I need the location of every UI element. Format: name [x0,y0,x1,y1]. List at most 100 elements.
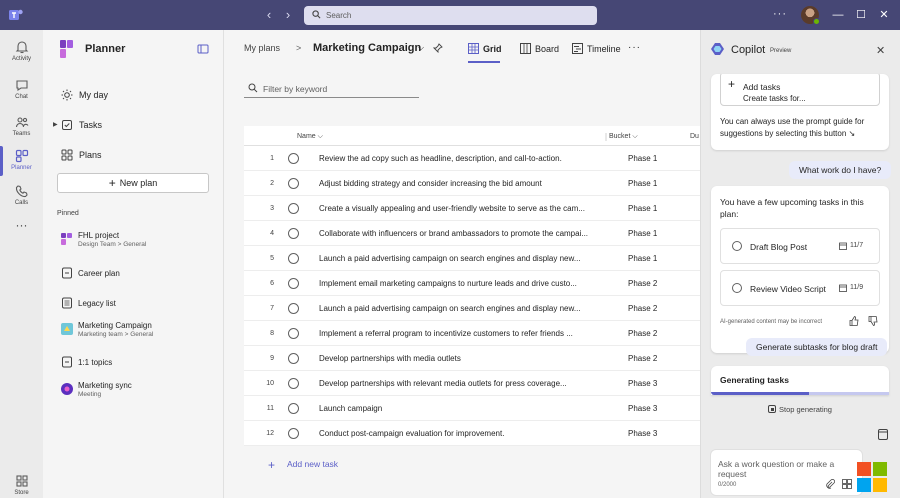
task-bucket[interactable]: Phase 1 [628,254,657,263]
table-row[interactable]: 1 Review the ad copy such as headline, de… [244,146,702,171]
task-name[interactable]: Develop partnerships with media outlets [319,354,604,363]
complete-checkbox[interactable] [732,283,742,293]
maximize-icon[interactable]: ☐ [854,8,868,22]
thumbs-up-icon[interactable] [849,316,859,326]
rail-item-activity[interactable]: Activity [0,34,43,72]
complete-checkbox[interactable] [288,403,299,414]
rail-item-chat[interactable]: Chat [0,72,43,110]
pinned-item-marketing-sync[interactable]: Marketing sync Meeting [57,379,217,403]
task-bucket[interactable]: Phase 3 [628,429,657,438]
complete-checkbox[interactable] [288,328,299,339]
rail-more-icon[interactable]: ··· [0,218,43,256]
nav-item-tasks[interactable]: ▶ Tasks [53,115,217,135]
pinned-item-fhl-project[interactable]: FHL project Design Team > General [57,229,217,253]
task-bucket[interactable]: Phase 2 [628,354,657,363]
task-name[interactable]: Launch campaign [319,404,604,413]
task-card[interactable]: Draft Blog Post 11/7 [720,228,880,264]
avatar[interactable] [801,6,820,25]
column-header-bucket[interactable]: Bucket ⌵ [609,133,638,141]
rail-item-teams[interactable]: Teams [0,109,43,147]
complete-checkbox[interactable] [288,353,299,364]
pinned-item-career-plan[interactable]: Career plan [57,263,217,287]
task-name[interactable]: Review the ad copy such as headline, des… [319,154,604,163]
back-arrow-icon[interactable]: ‹ [262,8,276,22]
breadcrumb[interactable]: My plans [244,43,280,53]
rail-item-planner[interactable]: Planner [0,143,43,181]
task-bucket[interactable]: Phase 1 [628,204,657,213]
pinned-item-marketing-campaign[interactable]: Marketing Campaign Marketing team > Gene… [57,319,217,343]
task-name[interactable]: Implement a referral program to incentiv… [319,329,604,338]
table-row[interactable]: 9 Develop partnerships with media outlets… [244,346,702,371]
table-row[interactable]: 11 Launch campaign Phase 3 [244,396,702,421]
task-bucket[interactable]: Phase 1 [628,229,657,238]
close-icon[interactable]: ✕ [876,44,885,57]
nav-item-plans[interactable]: Plans [57,145,217,165]
task-bucket[interactable]: Phase 3 [628,379,657,388]
task-name[interactable]: Collaborate with influencers or brand am… [319,229,604,238]
pin-icon[interactable] [433,43,443,53]
table-row[interactable]: 6 Implement email marketing campaigns to … [244,271,702,296]
nav-item-my-day[interactable]: My day [57,85,217,105]
chevron-down-icon[interactable]: ⌵ [418,43,424,53]
task-bucket[interactable]: Phase 1 [628,179,657,188]
task-name[interactable]: Adjust bidding strategy and consider inc… [319,179,604,188]
minimize-icon[interactable]: — [831,8,845,22]
complete-checkbox[interactable] [288,303,299,314]
complete-checkbox[interactable] [732,241,742,251]
page-title[interactable]: Marketing Campaign [313,42,421,54]
column-header-name[interactable]: Name ⌵ [297,133,323,141]
grid-header: Name ⌵ Bucket ⌵ Du [244,126,702,146]
complete-checkbox[interactable] [288,228,299,239]
task-card[interactable]: Review Video Script 11/9 [720,270,880,306]
expand-caret-icon[interactable]: ▶ [53,121,58,128]
apps-icon[interactable] [842,479,852,489]
pinned-item-legacy-list[interactable]: Legacy list [57,293,217,317]
search-box[interactable]: Search [304,6,597,25]
stop-generating-button[interactable]: Stop generating [768,405,832,414]
task-name[interactable]: Conduct post-campaign evaluation for imp… [319,429,604,438]
table-row[interactable]: 12 Conduct post-campaign evaluation for i… [244,421,702,446]
task-name[interactable]: Develop partnerships with relevant media… [319,379,604,388]
complete-checkbox[interactable] [288,153,299,164]
complete-checkbox[interactable] [288,203,299,214]
table-row[interactable]: 10 Develop partnerships with relevant med… [244,371,702,396]
column-header-due[interactable]: Du [690,133,699,140]
add-task-button[interactable]: + Add new task [268,458,338,472]
more-options-icon[interactable]: ··· [773,8,787,20]
complete-checkbox[interactable] [288,178,299,189]
chat-icon [15,80,28,92]
task-bucket[interactable]: Phase 2 [628,329,657,338]
table-row[interactable]: 5 Launch a paid advertising campaign on s… [244,246,702,271]
task-bucket[interactable]: Phase 2 [628,304,657,313]
table-row[interactable]: 3 Create a visually appealing and user-fr… [244,196,702,221]
add-tasks-prompt[interactable]: + Add tasks Create tasks for... [720,74,880,106]
collapse-pane-icon[interactable] [197,43,209,55]
forward-arrow-icon[interactable]: › [281,8,295,22]
task-bucket[interactable]: Phase 3 [628,404,657,413]
table-row[interactable]: 7 Launch a paid advertising campaign on s… [244,296,702,321]
task-bucket[interactable]: Phase 2 [628,279,657,288]
filter-input[interactable]: Filter by keyword [244,78,419,98]
thumbs-down-icon[interactable] [868,316,878,326]
task-name[interactable]: Create a visually appealing and user-fri… [319,204,604,213]
rail-item-calls[interactable]: Calls [0,178,43,216]
pinned-item-one-on-one-topics[interactable]: 1:1 topics [57,352,217,376]
table-row[interactable]: 2 Adjust bidding strategy and consider in… [244,171,702,196]
complete-checkbox[interactable] [288,378,299,389]
table-row[interactable]: 8 Implement a referral program to incenti… [244,321,702,346]
close-icon[interactable]: ✕ [877,8,891,22]
compose-box[interactable]: Ask a work question or make a request 0/… [710,449,863,496]
prompt-guide-icon[interactable] [878,429,888,440]
task-bucket[interactable]: Phase 1 [628,154,657,163]
task-name[interactable]: Implement email marketing campaigns to n… [319,279,604,288]
complete-checkbox[interactable] [288,428,299,439]
complete-checkbox[interactable] [288,278,299,289]
rail-item-store[interactable]: Store [0,470,43,498]
task-name[interactable]: Launch a paid advertising campaign on se… [319,254,604,263]
task-name[interactable]: Launch a paid advertising campaign on se… [319,304,604,313]
more-tabs-icon[interactable]: ··· [628,42,641,53]
table-row[interactable]: 4 Collaborate with influencers or brand a… [244,221,702,246]
attach-icon[interactable] [825,479,835,489]
complete-checkbox[interactable] [288,253,299,264]
new-plan-button[interactable]: + New plan [57,173,209,193]
